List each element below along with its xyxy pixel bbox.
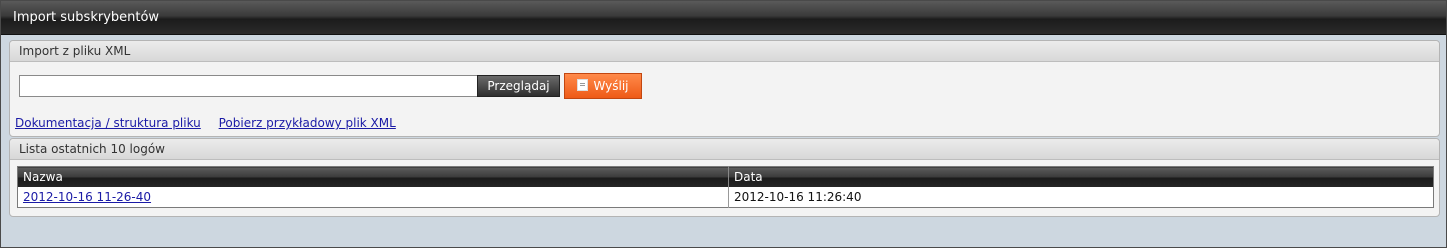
log-name-cell: 2012-10-16 11-26-40 — [18, 187, 729, 208]
logs-table: Nazwa Data 2012-10-16 11-26-40 2012-10-1… — [17, 166, 1434, 208]
send-button[interactable]: Wyślij — [564, 73, 642, 99]
file-path-input[interactable] — [19, 75, 479, 97]
table-header-row: Nazwa Data — [17, 166, 1434, 187]
table-row: 2012-10-16 11-26-40 2012-10-16 11:26:40 — [18, 187, 1434, 208]
window-title: Import subskrybentów — [1, 1, 1446, 35]
send-button-label: Wyślij — [593, 79, 629, 93]
column-header-name[interactable]: Nazwa — [17, 166, 729, 187]
log-name-link[interactable]: 2012-10-16 11-26-40 — [23, 190, 151, 204]
import-panel-title: Import z pliku XML — [10, 41, 1439, 62]
logs-panel: Lista ostatnich 10 logów Nazwa Data 2012… — [9, 138, 1440, 217]
browse-button[interactable]: Przeglądaj — [477, 75, 560, 97]
sample-xml-link[interactable]: Pobierz przykładowy plik XML — [219, 116, 396, 130]
main-window: Import subskrybentów Import z pliku XML … — [0, 0, 1447, 248]
column-header-date[interactable]: Data — [728, 166, 1434, 187]
document-icon — [577, 79, 589, 91]
import-links: Dokumentacja / struktura pliku Pobierz p… — [15, 116, 410, 130]
documentation-link[interactable]: Dokumentacja / struktura pliku — [15, 116, 201, 130]
logs-panel-title: Lista ostatnich 10 logów — [10, 139, 1439, 160]
import-panel: Import z pliku XML Przeglądaj Wyślij Dok… — [9, 40, 1440, 137]
log-date-cell: 2012-10-16 11:26:40 — [728, 187, 1434, 208]
